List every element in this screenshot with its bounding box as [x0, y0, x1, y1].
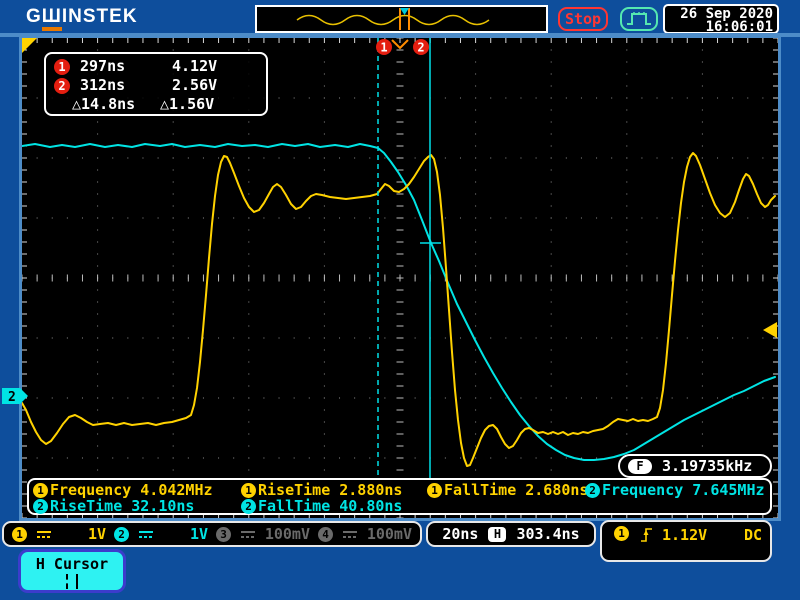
channel2-status: 2 1V: [114, 525, 208, 543]
measurement-ch2-risetime: 2 RiseTime 32.10ns: [33, 498, 194, 514]
dc-coupling-icon: [241, 530, 255, 538]
ch2-position-marker: 2: [2, 388, 28, 405]
channel-status-bar: 1 1V 2 1V 3 100mV 4 100mV: [2, 521, 422, 547]
run-stop-indicator: Stop: [558, 7, 608, 31]
h-cursor-label: H Cursor: [35, 555, 109, 573]
cursor-delta-time: △14.8ns: [72, 95, 136, 113]
trigger-level: 1.12V: [662, 526, 708, 544]
cursor1-badge: 1: [54, 59, 70, 75]
h-cursor-icon: [21, 574, 123, 589]
trigger-source-badge: 1: [614, 526, 629, 541]
dc-coupling-icon: [343, 530, 357, 538]
measurement-ch1-frequency: 1 Frequency 4.042MHz: [33, 482, 213, 498]
ch1-trace: [22, 152, 776, 467]
trigger-level-marker: [763, 322, 777, 338]
timebase-scale: 20ns: [442, 525, 479, 543]
cursor1-time: 297ns: [80, 57, 126, 75]
frequency-counter: F 3.19735kHz: [618, 454, 772, 478]
trigger-coupling: DC: [743, 526, 762, 544]
measurement-ch2-frequency: 2 Frequency 7.645MHz: [585, 482, 765, 498]
channel3-status: 3 100mV: [216, 525, 310, 543]
h-cursor-softkey[interactable]: H Cursor: [18, 549, 126, 593]
svg-text:1: 1: [380, 41, 387, 55]
cursor1-row: 1 297ns 4.12V: [54, 57, 266, 76]
logo-w-glyph: Ш: [41, 6, 62, 31]
cursor1-volt: 4.12V: [172, 57, 218, 75]
measurements-panel: 1 Frequency 4.042MHz 1 RiseTime 2.880ns 1 Fal…: [27, 478, 772, 515]
dc-coupling-icon: [139, 530, 153, 538]
channel4-status: 4 100mV: [318, 525, 412, 543]
horizontal-icon: H: [488, 526, 507, 542]
ch1-position-marker: [22, 38, 37, 53]
measurement-ch1-falltime: 1 FallTime 2.680ns: [427, 482, 588, 498]
trigger-status: 1 1.12V DC: [600, 520, 772, 562]
timebase-status: 20ns H 303.4ns: [426, 521, 596, 547]
channel1-status: 1 1V: [12, 525, 106, 543]
cursor-readout-panel: 1 297ns 4.12V 2 312ns 2.56V △14.8ns △1.5…: [44, 52, 268, 116]
cursor2-badge: 2: [54, 78, 70, 94]
cursor2-row: 2 312ns 2.56V: [54, 76, 266, 95]
svg-text:2: 2: [8, 390, 16, 405]
preview-waveform-icon: [296, 8, 490, 30]
cursor2-volt: 2.56V: [172, 76, 218, 94]
cursor-delta-volt: △1.56V: [160, 95, 215, 113]
freq-counter-value: 3.19735kHz: [662, 457, 753, 475]
timebase-position: 303.4ns: [516, 525, 580, 543]
cursor2-time: 312ns: [80, 76, 126, 94]
rising-edge-icon: [641, 528, 652, 542]
trigger-type-icon: [620, 7, 658, 31]
dc-coupling-icon: [37, 530, 51, 538]
measurement-ch1-risetime: 1 RiseTime 2.880ns: [241, 482, 402, 498]
brand-logo: GШINSTEK: [26, 6, 138, 31]
acquisition-preview: [255, 5, 548, 33]
datetime-display: 26 Sep 2020 16:06:01: [663, 4, 779, 34]
cursor-delta-row: △14.8ns △1.56V: [54, 95, 266, 114]
svg-text:2: 2: [417, 41, 424, 55]
measurement-ch2-falltime: 2 FallTime 40.80ns: [241, 498, 402, 514]
freq-counter-icon: F: [628, 458, 652, 474]
